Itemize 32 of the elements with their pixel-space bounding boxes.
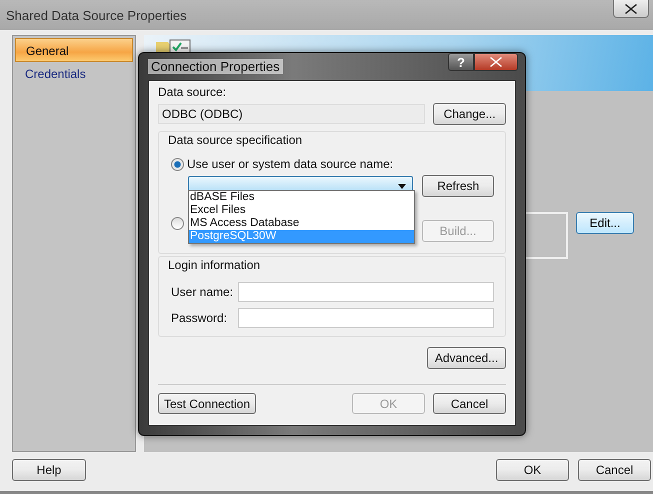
close-icon: [625, 4, 637, 14]
dropdown-option[interactable]: dBASE Files: [189, 191, 414, 204]
radio-button[interactable]: [171, 158, 184, 170]
radio-button[interactable]: [171, 216, 184, 230]
refresh-button[interactable]: Refresh: [422, 175, 494, 197]
field-label: Data source:: [158, 85, 228, 99]
edit-button[interactable]: Edit...: [576, 212, 634, 234]
close-button[interactable]: [613, 0, 649, 18]
window-title: Shared Data Source Properties: [6, 8, 187, 22]
close-button[interactable]: [474, 53, 518, 71]
cancel-button[interactable]: Cancel: [433, 393, 506, 414]
dropdown-option[interactable]: Excel Files: [189, 204, 414, 217]
cancel-button[interactable]: Cancel: [578, 458, 651, 480]
change-button[interactable]: Change...: [433, 103, 506, 125]
test-connection-button[interactable]: Test Connection: [158, 393, 256, 414]
input-field[interactable]: [238, 308, 494, 328]
group-title: Data source specification: [168, 133, 304, 147]
sidebar-item[interactable]: General: [15, 38, 133, 62]
ok-button[interactable]: OK: [496, 458, 569, 480]
input-field[interactable]: [238, 282, 494, 302]
close-icon: [490, 57, 502, 67]
field-label: User name:: [171, 285, 234, 299]
data-source-field[interactable]: ODBC (ODBC): [158, 104, 426, 124]
help-button[interactable]: ?: [448, 53, 474, 71]
sidebar-item[interactable]: Credentials: [15, 62, 133, 86]
dropdown-option[interactable]: MS Access Database: [189, 217, 414, 230]
radio-label: Use user or system data source name:: [187, 157, 394, 171]
advanced-button[interactable]: Advanced...: [427, 347, 506, 369]
field-label: Password:: [171, 311, 228, 325]
help-button[interactable]: Help: [12, 458, 86, 480]
group-title: Login information: [168, 258, 262, 272]
dialog-title: Connection Properties: [148, 59, 283, 74]
